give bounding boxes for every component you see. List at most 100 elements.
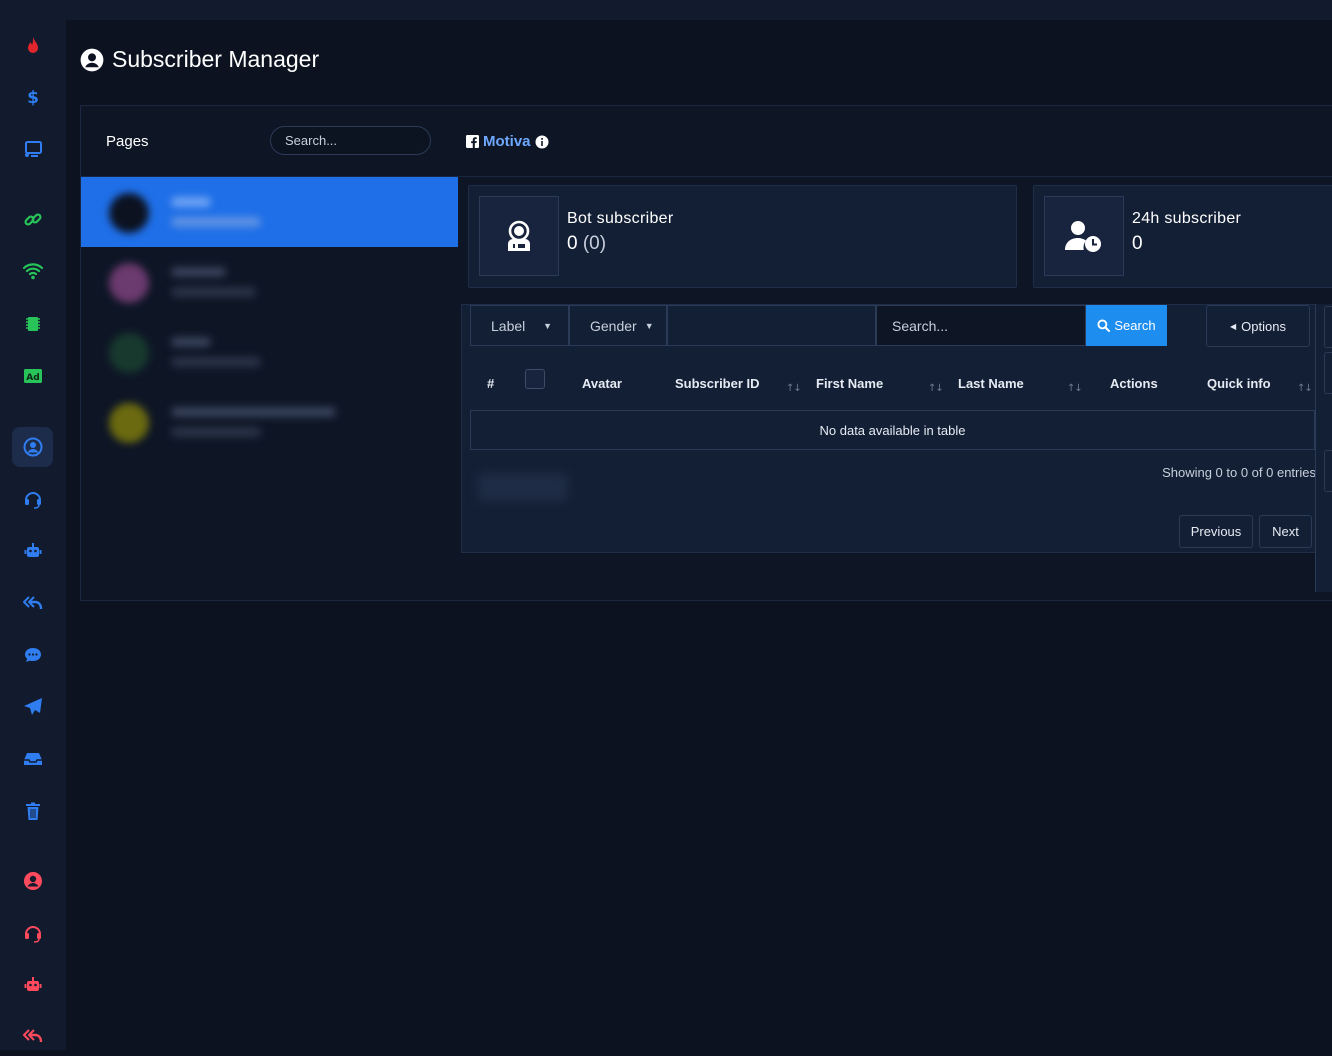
robot-face-icon (508, 220, 530, 251)
user-clock-icon (1065, 221, 1101, 252)
page-list-item[interactable] (81, 177, 458, 247)
headset-icon (24, 492, 41, 509)
subscriber-content: Bot subscriber 0 (0) 24h subscriber 0 La… (459, 177, 1332, 599)
sidebar-item-headset[interactable] (12, 479, 53, 519)
sidebar: $ Ad (0, 0, 66, 1050)
sidebar-item-ad[interactable]: Ad (12, 356, 53, 396)
wifi-icon (22, 263, 43, 280)
page-header: Subscriber Manager (80, 46, 319, 73)
sidebar-item-chat[interactable] (12, 635, 53, 675)
sidebar-item-dollar[interactable]: $ (12, 77, 53, 117)
sidebar-item-robot[interactable] (12, 531, 53, 571)
stat-value: 0 (1132, 233, 1143, 254)
svg-text:$: $ (27, 88, 39, 107)
page-title: Subscriber Manager (112, 46, 320, 72)
page-avatar (109, 403, 149, 443)
sidebar-item-inbox[interactable] (12, 739, 53, 779)
sidebar-item-chip[interactable] (12, 304, 53, 344)
entries-length-select[interactable] (478, 473, 568, 501)
stat-value: 0 (0) (567, 233, 607, 254)
top-bar (0, 0, 1332, 20)
page-list-item[interactable] (81, 387, 458, 457)
dollar-icon: $ (27, 88, 39, 107)
col-header-first-name[interactable]: First Name (816, 376, 883, 391)
stat-label: 24h subscriber (1132, 210, 1242, 227)
subscriber-card: Pages Motiva (80, 105, 1332, 601)
sidebar-item-link[interactable] (12, 200, 53, 240)
select-all-checkbox[interactable] (525, 369, 545, 389)
caret-down-icon: ▼ (543, 320, 552, 331)
sidebar-item-headset-alt[interactable] (12, 913, 53, 953)
col-header-avatar[interactable]: Avatar (582, 376, 622, 391)
col-header-index[interactable]: # (487, 376, 494, 391)
cast-icon (24, 141, 42, 157)
label-select[interactable]: Label ▼ (470, 305, 569, 346)
previous-button[interactable]: Previous (1179, 515, 1253, 548)
side-panel-field[interactable] (1324, 352, 1332, 394)
next-button[interactable]: Next (1259, 515, 1312, 548)
col-header-actions[interactable]: Actions (1110, 376, 1158, 391)
info-icon[interactable] (535, 135, 549, 149)
side-panel-field[interactable] (1324, 306, 1332, 348)
sidebar-item-trash[interactable] (12, 791, 53, 831)
caret-down-icon: ▼ (644, 320, 654, 331)
filter-blank-field[interactable] (667, 305, 876, 346)
fire-icon (27, 37, 38, 53)
pages-search-input[interactable] (270, 126, 431, 155)
stat-label: Bot subscriber (567, 210, 674, 227)
empty-table-message: No data available in table (470, 410, 1315, 450)
side-panel-field[interactable] (1324, 450, 1332, 492)
sort-icon[interactable]: ↑↓ (928, 383, 944, 394)
inbox-icon (23, 753, 42, 765)
gender-select[interactable]: Gender ▼ (569, 305, 667, 346)
selected-page-name[interactable]: Motiva (466, 133, 549, 150)
subscriber-search-input[interactable] (876, 305, 1086, 346)
subscriber-table-panel: Label▼ Gender▼ Search ◀ Options # Avatar… (461, 304, 1317, 553)
page-avatar (109, 193, 149, 233)
search-icon (1097, 319, 1111, 332)
sort-icon[interactable]: ↑↓ (1067, 383, 1083, 394)
sort-icon[interactable]: ↑↓ (1297, 383, 1313, 394)
robot-icon (24, 543, 41, 557)
col-header-subscriber-id[interactable]: Subscriber ID (675, 376, 760, 391)
page-list-item[interactable] (81, 247, 458, 317)
svg-text:Ad: Ad (26, 373, 39, 383)
user-circle-icon (23, 437, 42, 457)
user-circle-icon (80, 48, 104, 71)
ad-icon: Ad (23, 369, 42, 383)
trash-icon (25, 802, 40, 820)
search-button[interactable]: Search (1086, 305, 1167, 346)
send-icon (23, 698, 42, 715)
options-button[interactable]: ◀ Options (1206, 305, 1310, 347)
card-header: Pages Motiva (81, 106, 1332, 177)
headset-icon (24, 926, 41, 943)
sidebar-item-reply-all-alt[interactable] (12, 1016, 53, 1056)
reply-all-icon (22, 1029, 42, 1043)
facebook-icon (466, 135, 479, 148)
col-header-last-name[interactable]: Last Name (958, 376, 1024, 391)
robot-icon (24, 977, 41, 991)
user-circle-icon (23, 872, 42, 890)
sort-icon[interactable]: ↑↓ (786, 383, 802, 394)
sidebar-item-cast[interactable] (12, 129, 53, 169)
chip-icon (25, 317, 40, 331)
page-avatar (109, 263, 149, 303)
sidebar-item-subscriber-manager[interactable] (12, 427, 53, 467)
sidebar-item-wifi[interactable] (12, 251, 53, 291)
chat-icon (24, 648, 41, 662)
reply-all-icon (22, 596, 42, 610)
pages-label: Pages (106, 133, 149, 150)
sidebar-item-send[interactable] (12, 687, 53, 727)
sidebar-item-fire[interactable] (12, 26, 53, 66)
stat-bot-subscriber: Bot subscriber 0 (0) (468, 185, 1017, 288)
page-avatar (109, 333, 149, 373)
caret-left-icon: ◀ (1230, 321, 1237, 331)
stat-24h-subscriber: 24h subscriber 0 (1033, 185, 1332, 288)
sidebar-item-user-alt[interactable] (12, 861, 53, 901)
col-header-quick-info[interactable]: Quick info (1207, 376, 1271, 391)
sidebar-item-robot-alt[interactable] (12, 965, 53, 1005)
pages-list (81, 177, 458, 599)
link-icon (23, 213, 42, 226)
page-list-item[interactable] (81, 317, 458, 387)
sidebar-item-reply-all[interactable] (12, 583, 53, 623)
